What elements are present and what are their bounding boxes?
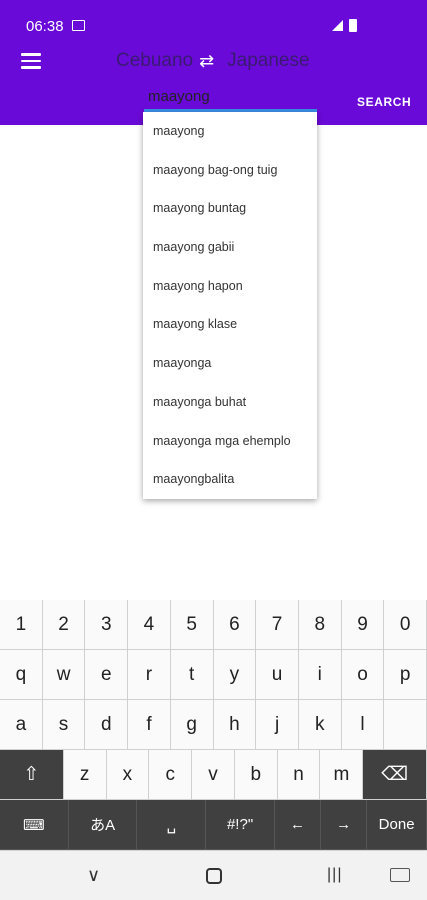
status-bar: 06:38 bbox=[0, 0, 427, 44]
back-icon[interactable]: ∨ bbox=[87, 865, 100, 886]
key[interactable]: q bbox=[0, 650, 43, 700]
search-input[interactable]: maayong bbox=[144, 88, 316, 110]
keyboard-toggle-icon[interactable] bbox=[390, 868, 410, 882]
key[interactable]: t bbox=[170, 650, 214, 700]
keyboard-row-middle: a s d f g h j k l bbox=[0, 700, 427, 750]
language-selector: Cebuano ⇄ Japanese bbox=[116, 48, 310, 74]
key[interactable]: 8 bbox=[298, 600, 342, 650]
suggestion-item[interactable]: maayonga mga ehemplo bbox=[143, 422, 317, 461]
key[interactable]: e bbox=[85, 650, 129, 700]
key[interactable]: c bbox=[149, 750, 193, 800]
suggestion-item[interactable]: maayongbalita bbox=[143, 460, 317, 499]
key[interactable]: r bbox=[128, 650, 171, 700]
key[interactable]: b bbox=[234, 750, 278, 800]
signal-icon bbox=[332, 20, 343, 31]
key[interactable]: z bbox=[63, 750, 107, 800]
shift-key[interactable]: ⇧ bbox=[0, 750, 64, 800]
search-button[interactable]: SEARCH bbox=[357, 95, 411, 109]
keyboard-settings-icon[interactable]: ⌨ bbox=[0, 800, 69, 850]
key[interactable]: d bbox=[85, 700, 129, 750]
key[interactable]: v bbox=[192, 750, 235, 800]
backspace-key[interactable]: ⌫ bbox=[363, 750, 427, 800]
suggestions-dropdown: maayong maayong bag-ong tuig maayong bun… bbox=[143, 112, 317, 499]
key[interactable]: j bbox=[256, 700, 299, 750]
key[interactable]: 9 bbox=[341, 600, 385, 650]
key-blank[interactable] bbox=[384, 700, 427, 750]
keyboard-row-bottom: ⇧ z x c v b n m ⌫ bbox=[0, 750, 427, 800]
space-key[interactable]: ␣ bbox=[137, 800, 207, 850]
suggestion-item[interactable]: maayong hapon bbox=[143, 267, 317, 306]
keyboard-row-numbers: 1 2 3 4 5 6 7 8 9 0 bbox=[0, 600, 427, 650]
battery-icon bbox=[349, 19, 357, 32]
key[interactable]: 2 bbox=[42, 600, 86, 650]
keyboard-row-function: ⌨ あA ␣ #!?" ← → Done bbox=[0, 800, 427, 850]
suggestion-item[interactable]: maayonga bbox=[143, 344, 317, 383]
key[interactable]: 4 bbox=[128, 600, 171, 650]
key[interactable]: g bbox=[170, 700, 214, 750]
key[interactable]: w bbox=[42, 650, 86, 700]
key[interactable]: u bbox=[256, 650, 299, 700]
key[interactable]: x bbox=[106, 750, 150, 800]
key[interactable]: 5 bbox=[170, 600, 214, 650]
language-key[interactable]: あA bbox=[68, 800, 138, 850]
done-key[interactable]: Done bbox=[367, 800, 427, 850]
key[interactable]: f bbox=[128, 700, 171, 750]
status-time: 06:38 bbox=[26, 18, 64, 35]
gallery-notification-icon bbox=[72, 20, 85, 31]
source-language[interactable]: Cebuano bbox=[116, 50, 193, 72]
keyboard-row-top: q w e r t y u i o p bbox=[0, 650, 427, 700]
key[interactable]: o bbox=[341, 650, 385, 700]
key[interactable]: 1 bbox=[0, 600, 43, 650]
key[interactable]: 7 bbox=[256, 600, 299, 650]
cursor-left-key[interactable]: ← bbox=[274, 800, 322, 850]
suggestion-item[interactable]: maayong gabii bbox=[143, 228, 317, 267]
key[interactable]: m bbox=[320, 750, 364, 800]
key[interactable]: 0 bbox=[384, 600, 427, 650]
key[interactable]: h bbox=[213, 700, 257, 750]
symbols-key[interactable]: #!?" bbox=[206, 800, 275, 850]
home-icon[interactable] bbox=[206, 868, 222, 884]
suggestion-item[interactable]: maayong buntag bbox=[143, 189, 317, 228]
key[interactable]: a bbox=[0, 700, 43, 750]
suggestion-item[interactable]: maayong bbox=[143, 112, 317, 151]
cursor-right-key[interactable]: → bbox=[321, 800, 368, 850]
key[interactable]: s bbox=[42, 700, 86, 750]
key[interactable]: 3 bbox=[85, 600, 129, 650]
target-language[interactable]: Japanese bbox=[227, 50, 309, 72]
key[interactable]: n bbox=[277, 750, 321, 800]
on-screen-keyboard: 1 2 3 4 5 6 7 8 9 0 q w e r t y u i o p … bbox=[0, 600, 427, 851]
system-navigation-bar: ∨ ||| bbox=[0, 851, 427, 900]
suggestion-item[interactable]: maayonga buhat bbox=[143, 383, 317, 422]
suggestion-item[interactable]: maayong klase bbox=[143, 305, 317, 344]
recent-apps-icon[interactable]: ||| bbox=[327, 866, 342, 884]
suggestion-item[interactable]: maayong bag-ong tuig bbox=[143, 151, 317, 190]
key[interactable]: p bbox=[384, 650, 427, 700]
key[interactable]: i bbox=[298, 650, 342, 700]
swap-languages-icon[interactable]: ⇄ bbox=[199, 52, 221, 70]
menu-icon[interactable] bbox=[21, 53, 41, 69]
key[interactable]: l bbox=[341, 700, 385, 750]
key[interactable]: k bbox=[298, 700, 342, 750]
key[interactable]: 6 bbox=[213, 600, 257, 650]
key[interactable]: y bbox=[213, 650, 257, 700]
